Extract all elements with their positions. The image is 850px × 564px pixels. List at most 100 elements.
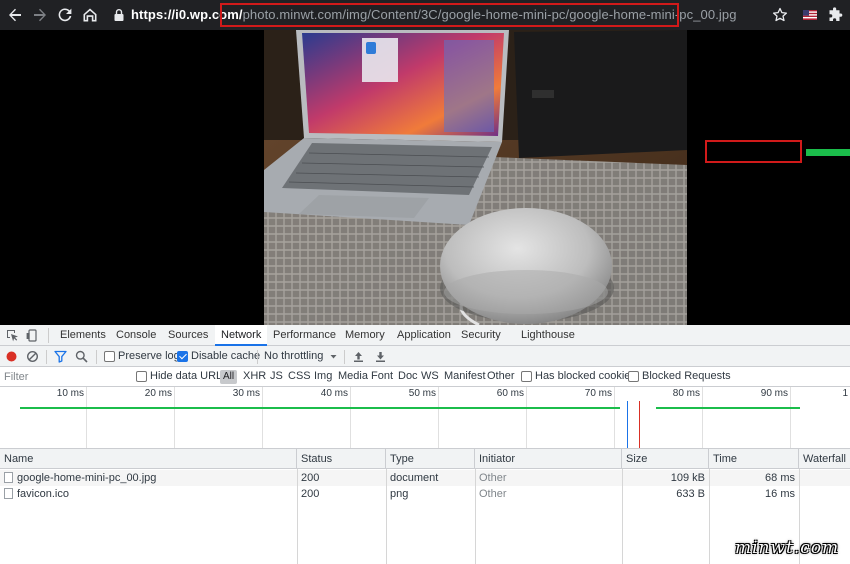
has-blocked-cookies-checkbox[interactable] [521,371,532,382]
column-divider [297,469,298,564]
record-icon[interactable] [5,350,18,363]
hide-data-urls-checkbox[interactable] [136,371,147,382]
home-icon[interactable] [81,6,99,24]
column-header-type[interactable]: Type [386,449,475,469]
overview-tick: 10 ms [56,388,84,399]
column-header-name[interactable]: Name [0,449,297,469]
type-filter-font[interactable]: Font [371,370,393,383]
preserve-log-label: Preserve log [118,350,180,362]
disable-cache-checkbox[interactable] [177,351,188,362]
request-name: favicon.ico [17,488,69,500]
column-header-size[interactable]: Size [622,449,709,469]
tab-application[interactable]: Application [391,325,457,346]
tab-security[interactable]: Security [455,325,507,346]
inspect-element-icon[interactable] [6,329,19,342]
clear-icon[interactable] [26,350,39,363]
tab-performance[interactable]: Performance [267,325,342,346]
type-filter-media[interactable]: Media [338,370,368,383]
type-filter-xhr[interactable]: XHR [243,370,266,383]
overview-gridline [614,387,615,448]
toolbar-divider [96,350,97,364]
column-header-waterfall[interactable]: Waterfall [799,449,850,469]
forward-icon[interactable] [31,6,49,24]
chevron-down-icon[interactable] [327,350,340,363]
import-har-icon[interactable] [352,350,365,363]
tab-network[interactable]: Network [215,325,268,346]
overview-gridline [350,387,351,448]
overview-gridline [526,387,527,448]
toolbar-divider [344,350,345,364]
type-filter-img[interactable]: Img [314,370,332,383]
type-filter-all[interactable]: All [220,370,238,384]
tab-elements[interactable]: Elements [54,325,112,346]
network-overview[interactable]: 10 ms 20 ms 30 ms 40 ms 50 ms 60 ms 70 m… [0,387,850,449]
request-time: 16 ms [765,488,795,500]
browser-toolbar: https://i0.wp.com/photo.minwt.com/img/Co… [0,0,850,30]
column-header-initiator[interactable]: Initiator [475,449,622,469]
tab-memory[interactable]: Memory [339,325,391,346]
export-har-icon[interactable] [374,350,387,363]
throttling-select[interactable]: No throttling [264,350,323,363]
type-filter-manifest[interactable]: Manifest [444,370,486,383]
overview-tick: 50 ms [408,388,436,399]
table-row[interactable]: favicon.ico 200 png Other 633 B 16 ms [0,486,850,502]
blocked-requests-checkbox[interactable] [628,371,639,382]
tab-sources[interactable]: Sources [162,325,214,346]
column-divider [475,469,476,564]
reload-icon[interactable] [56,6,74,24]
request-name-cell: google-home-mini-pc_00.jpg [0,470,297,486]
preserve-log-checkbox[interactable] [104,351,115,362]
column-divider [386,469,387,564]
filter-input[interactable]: Filter [2,370,127,384]
watermark-logo: minwt.com [735,538,840,558]
overview-gridline [262,387,263,448]
load-event-marker [639,401,640,448]
filter-icon[interactable] [54,350,67,363]
column-divider [709,469,710,564]
file-icon [4,472,13,483]
requests-table: Name Status Type Initiator Size Time Wat… [0,449,850,564]
overview-tick: 30 ms [232,388,260,399]
request-initiator: Other [479,472,507,484]
overview-gridline [702,387,703,448]
toolbar-divider [257,350,258,364]
overview-gridline [174,387,175,448]
overview-tick: 40 ms [320,388,348,399]
request-status: 200 [301,488,320,500]
back-icon[interactable] [6,6,24,24]
column-header-status[interactable]: Status [297,449,386,469]
devtools-tab-bar: Elements Console Sources Network Perform… [0,325,850,346]
overview-tick: 60 ms [496,388,524,399]
tab-console[interactable]: Console [110,325,162,346]
request-type: document [390,472,439,484]
request-size: 109 kB [670,472,705,484]
star-icon[interactable] [772,7,788,23]
table-row[interactable]: google-home-mini-pc_00.jpg 200 document … [0,470,850,486]
puzzle-icon[interactable] [827,7,843,23]
overview-tick: 70 ms [584,388,612,399]
tab-lighthouse[interactable]: Lighthouse [515,325,581,346]
type-filter-doc[interactable]: Doc [398,370,418,383]
overview-request-bar [656,407,800,409]
url-highlight-box [220,3,679,27]
type-filter-ws[interactable]: WS [421,370,439,383]
overview-tick: 90 ms [760,388,788,399]
type-filter-other[interactable]: Other [487,370,515,383]
overview-tick: 80 ms [672,388,700,399]
request-type: png [390,488,409,500]
waterfall-bar [806,149,850,156]
search-icon[interactable] [75,350,88,363]
request-size: 633 B [676,488,705,500]
type-filter-js[interactable]: JS [270,370,283,383]
file-icon [4,488,13,499]
overview-gridline [86,387,87,448]
column-header-time[interactable]: Time [709,449,799,469]
disable-cache-label: Disable cache [191,350,261,362]
product-photo [264,30,687,325]
type-filter-css[interactable]: CSS [288,370,311,383]
flag-icon[interactable] [803,10,817,20]
network-toolbar: Preserve log Disable cache No throttling [0,346,850,367]
lock-icon[interactable] [113,8,125,22]
blocked-requests-label: Blocked Requests [642,370,731,382]
device-toolbar-icon[interactable] [26,329,39,342]
